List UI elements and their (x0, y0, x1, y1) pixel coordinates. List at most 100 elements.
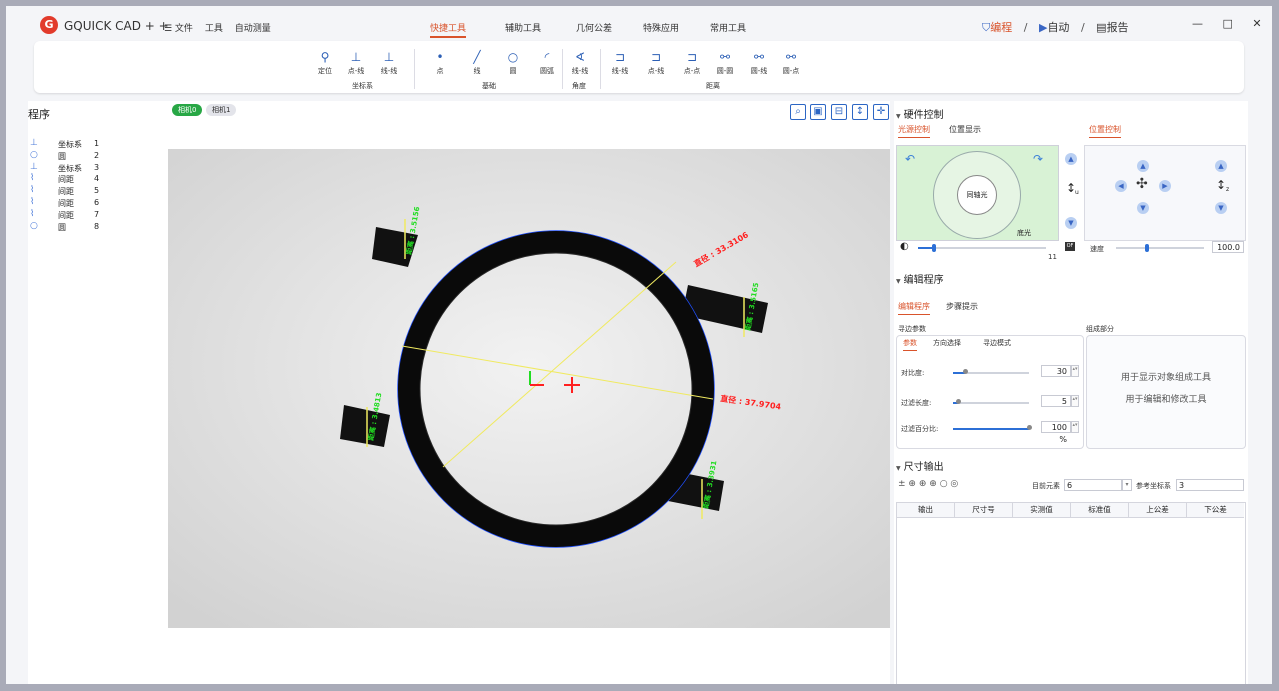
filter-length-input[interactable]: 5 (1041, 395, 1071, 407)
column-header[interactable]: 实测值 (1013, 503, 1071, 518)
circle-button[interactable]: ○ 圆 (497, 49, 529, 76)
contrast-input[interactable]: 30 (1041, 365, 1071, 377)
filter-percent-spinner[interactable]: ▴▾ (1071, 421, 1079, 433)
program-item[interactable]: ⊥ 坐标系 1 (28, 138, 166, 151)
tab-geometric-tolerance[interactable]: 几何公差 (576, 21, 612, 34)
position-tool-icon[interactable]: ⊕ (929, 479, 937, 489)
tab-aux-tools[interactable]: 辅助工具 (505, 21, 541, 34)
search-icon[interactable]: ⌕ (790, 104, 806, 120)
dist-circle-line-button[interactable]: ⚯ 圆-线 (743, 49, 775, 76)
dist-point-line-button[interactable]: ⊐ 点-线 (640, 49, 672, 76)
mode-auto[interactable]: ▶自动 (1039, 21, 1069, 34)
column-header[interactable]: 上公差 (1129, 503, 1187, 518)
tab-position-display[interactable]: 位置显示 (949, 124, 981, 135)
chevron-down-icon[interactable]: ▾ (1122, 479, 1132, 491)
tab-params[interactable]: 参数 (903, 338, 917, 351)
program-item[interactable]: ⌇ 间距 4 (28, 173, 166, 186)
tab-light-control[interactable]: 光源控制 (898, 124, 930, 138)
tab-common-tools[interactable]: 常用工具 (710, 21, 746, 34)
filter-percent-slider-thumb[interactable] (1027, 425, 1032, 430)
concentric-icon[interactable]: ◎ (950, 479, 958, 489)
camera-tab-0[interactable]: 相机0 (172, 104, 203, 116)
program-item[interactable]: ○ 圆 2 (28, 150, 166, 163)
filter-percent-input[interactable]: 100 % (1041, 421, 1071, 444)
minimize-button[interactable]: — (1192, 17, 1203, 30)
program-item[interactable]: ○ 圆 8 (28, 221, 166, 234)
speed-slider-thumb[interactable] (1145, 244, 1149, 252)
tab-special-apps[interactable]: 特殊应用 (643, 21, 679, 34)
tab-step-hints[interactable]: 步骤提示 (946, 301, 978, 312)
menu-file[interactable]: ☰ 文件 (164, 24, 193, 34)
crosshair-icon[interactable]: ✛ (873, 104, 889, 120)
camera-image[interactable]: 直径 : 33.3106 直径 : 37.9704 距离 : 3.5156 距离… (168, 149, 890, 628)
arc-button[interactable]: ◜ 圆弧 (531, 49, 563, 76)
brightness-icon: ◐ (900, 241, 909, 252)
column-header[interactable]: 输出 (897, 503, 955, 518)
pos-up-icon[interactable]: ▲ (1137, 160, 1149, 172)
filter-length-slider-thumb[interactable] (956, 399, 961, 404)
position-tool-icon[interactable]: ⊕ (919, 479, 927, 489)
column-header[interactable]: 下公差 (1187, 503, 1244, 518)
menu-auto-measure[interactable]: 自动测量 (235, 24, 271, 34)
line-button[interactable]: ╱ 线 (461, 49, 493, 76)
z-axis-icon: ↕ (1216, 178, 1227, 192)
line-line-coord-button[interactable]: ⊥ 线-线 (373, 49, 405, 76)
filter-length-slider[interactable] (953, 402, 1029, 404)
hardware-control-header[interactable]: ▼ 硬件控制 (896, 106, 944, 121)
dist-circle-point-button[interactable]: ⚯ 圆-点 (775, 49, 807, 76)
program-item[interactable]: ⌇ 间距 6 (28, 197, 166, 210)
fit-icon[interactable]: ⊟ (831, 104, 847, 120)
program-item[interactable]: ⊥ 坐标系 3 (28, 162, 166, 175)
rotate-right-icon[interactable]: ↷ (1033, 152, 1043, 166)
tab-position-control[interactable]: 位置控制 (1089, 124, 1121, 138)
tab-edit-program[interactable]: 编辑程序 (898, 301, 930, 315)
u-down-arrow-icon[interactable]: ▼ (1065, 217, 1077, 229)
brightness-slider[interactable] (918, 247, 1046, 249)
u-up-arrow-icon[interactable]: ▲ (1065, 153, 1077, 165)
edit-program-header[interactable]: ▼ 编辑程序 (896, 271, 944, 286)
vertical-icon[interactable]: ↕ (852, 104, 868, 120)
point-button[interactable]: • 点 (424, 49, 456, 76)
tab-edge-mode[interactable]: 寻边模式 (983, 338, 1011, 348)
ref-coord-input[interactable]: 3 (1176, 479, 1244, 491)
brightness-slider-thumb[interactable] (932, 244, 936, 252)
contrast-spinner[interactable]: ▴▾ (1071, 365, 1079, 377)
dist-line-line-button[interactable]: ⊐ 线-线 (604, 49, 636, 76)
dist-circle-circle-button[interactable]: ⚯ 圆-圆 (709, 49, 741, 76)
plus-icon[interactable]: ± (898, 479, 906, 489)
menu-tools[interactable]: 工具 (205, 24, 223, 34)
image-icon[interactable]: ▣ (810, 104, 826, 120)
program-item[interactable]: ⌇ 间距 7 (28, 209, 166, 222)
light-off-button[interactable]: OF (1065, 242, 1075, 251)
maximize-button[interactable]: □ (1223, 17, 1233, 30)
camera-tab-1[interactable]: 相机1 (206, 104, 237, 116)
mode-report[interactable]: ▤报告 (1096, 21, 1128, 34)
program-item[interactable]: ⌇ 间距 5 (28, 185, 166, 198)
dimension-output-header[interactable]: ▼ 尺寸输出 (896, 458, 944, 473)
z-up-icon[interactable]: ▲ (1215, 160, 1227, 172)
position-tool-icon[interactable]: ⊕ (908, 479, 916, 489)
tab-direction[interactable]: 方向选择 (933, 338, 961, 348)
rotate-left-icon[interactable]: ↶ (905, 152, 915, 166)
close-button[interactable]: ✕ (1252, 17, 1261, 30)
coaxial-light-button[interactable]: 同轴光 (957, 175, 997, 215)
filter-length-spinner[interactable]: ▴▾ (1071, 395, 1079, 407)
contrast-slider-thumb[interactable] (963, 369, 968, 374)
point-line-coord-button[interactable]: ⊥ 点-线 (340, 49, 372, 76)
speed-slider[interactable] (1116, 247, 1204, 249)
locate-button[interactable]: ⚲ 定位 (309, 49, 341, 76)
column-header[interactable]: 尺寸号 (955, 503, 1013, 518)
mode-program[interactable]: ⛉编程 (982, 21, 1012, 34)
pos-down-icon[interactable]: ▼ (1137, 202, 1149, 214)
tab-quick-tools[interactable]: 快捷工具 (430, 21, 467, 38)
app-title: GQUICK CAD + + (64, 19, 169, 33)
column-header[interactable]: 标准值 (1071, 503, 1129, 518)
pos-left-icon[interactable]: ◀ (1115, 180, 1127, 192)
angle-line-line-button[interactable]: ∢ 线-线 (564, 49, 596, 76)
speed-value-input[interactable]: 100.0 (1212, 241, 1244, 253)
dist-point-point-button[interactable]: ⊐ 点-点 (676, 49, 708, 76)
current-element-select[interactable]: 6 (1064, 479, 1122, 491)
circle-icon[interactable]: ○ (940, 479, 948, 489)
pos-right-icon[interactable]: ▶ (1159, 180, 1171, 192)
z-down-icon[interactable]: ▼ (1215, 202, 1227, 214)
